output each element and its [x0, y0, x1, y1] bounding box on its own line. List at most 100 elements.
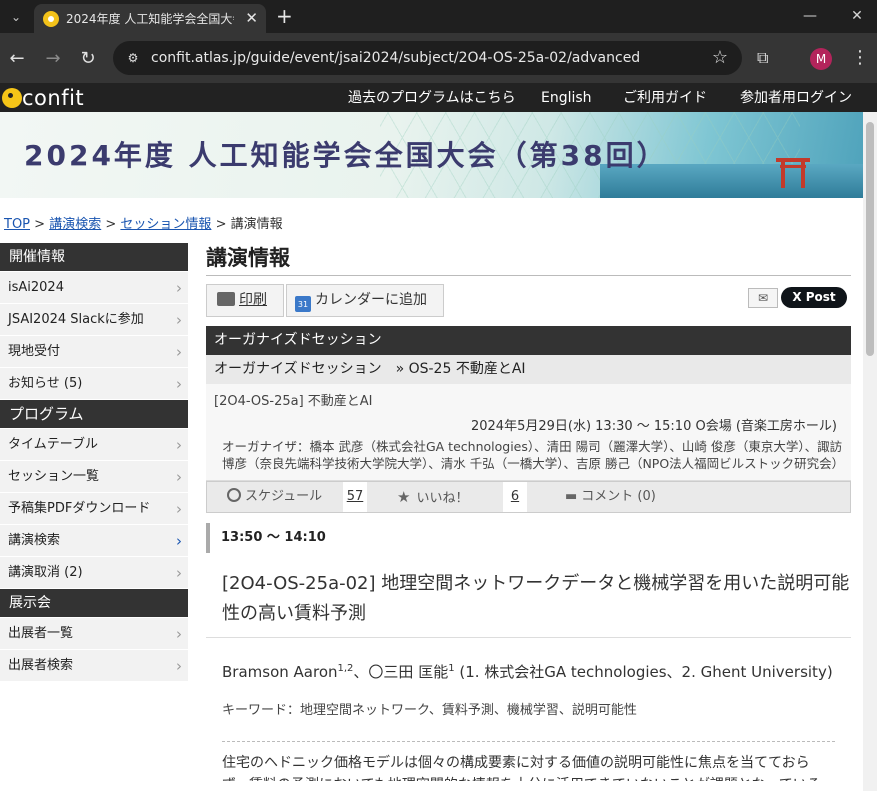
sidebar-item-news[interactable]: お知らせ (5) ›: [0, 368, 188, 400]
torii-gate-image: [776, 158, 810, 188]
sidebar-item-label: 出展者一覧: [8, 626, 74, 641]
sidebar-item-label: セッション一覧: [8, 469, 100, 484]
session-organizers: オーガナイザ：橋本 武彦（株式会社GA technologies）、清田 陽司（…: [222, 439, 845, 471]
chevron-right-icon: ›: [176, 279, 182, 297]
breadcrumb-separator: >: [215, 217, 227, 232]
chevron-right-icon: ›: [176, 311, 182, 329]
chevron-right-icon: ›: [176, 436, 182, 454]
clock-icon: [227, 488, 241, 502]
session-code: [2O4-OS-25a] 不動産とAI: [214, 394, 373, 409]
author-name: Bramson Aaron: [222, 663, 338, 681]
browser-tab[interactable]: 2024年度 人工知能学会全国大会 ✕: [34, 4, 266, 33]
english-link[interactable]: English: [541, 89, 592, 107]
like-count[interactable]: 6: [503, 482, 527, 512]
talk-keywords: キーワード：地理空間ネットワーク、賃料予測、機械学習、説明可能性: [222, 703, 637, 718]
new-tab-icon[interactable]: +: [276, 4, 293, 28]
sidebar-item-pdf-download[interactable]: 予稿集PDFダウンロード ›: [0, 493, 188, 525]
breadcrumb: TOP > 講演検索 > セッション情報 > 講演情報: [4, 216, 283, 234]
confit-bird-icon: [2, 88, 22, 108]
talk-title: [2O4-OS-25a-02] 地理空間ネットワークデータと機械学習を用いた説明…: [206, 553, 851, 638]
sidebar-item-exhibitor-search[interactable]: 出展者検索 ›: [0, 650, 188, 682]
session-datetime: 2024年5月29日(水) 13:30 〜 15:10 O会場 (音楽工房ホール…: [470, 419, 837, 434]
sidebar-item-label: お知らせ (5): [8, 376, 83, 391]
sidebar-item-label: 現地受付: [8, 344, 61, 359]
like-label: いいね！: [416, 491, 469, 506]
sidebar-heading-event-info: 開催情報: [0, 243, 188, 272]
sidebar-item-label: 出展者検索: [8, 658, 74, 673]
bookmark-star-icon[interactable]: ☆: [712, 47, 728, 69]
printer-icon: [217, 292, 235, 306]
login-link[interactable]: 参加者用ログイン: [740, 89, 852, 107]
sidebar-heading-program: プログラム: [0, 400, 188, 429]
author-affiliation-mark: 1,2: [337, 663, 354, 674]
sidebar-item-label: isAi2024: [8, 280, 64, 295]
sidebar-heading-exhibition: 展示会: [0, 589, 188, 618]
sidebar: 開催情報 isAi2024 › JSAI2024 Slackに参加 › 現地受付 › …: [0, 243, 188, 682]
sidebar-item-label: タイムテーブル: [8, 437, 98, 452]
sidebar-item-sessions[interactable]: セッション一覧 ›: [0, 461, 188, 493]
x-post-button[interactable]: X Post: [781, 287, 847, 308]
add-to-calendar-button[interactable]: 31 カレンダーに追加: [286, 284, 444, 317]
sidebar-item-cancellations[interactable]: 講演取消 (2) ›: [0, 557, 188, 589]
banner-title: 2024年度 人工知能学会全国大会（第38回）: [24, 139, 668, 172]
page-scrollbar[interactable]: [863, 112, 877, 791]
sidebar-item-label: JSAI2024 Slackに参加: [8, 312, 144, 327]
sidebar-item-reception[interactable]: 現地受付 ›: [0, 336, 188, 368]
site-header: confit 過去のプログラムはこちら English ご利用ガイド 参加者用ロ…: [0, 83, 877, 112]
breadcrumb-separator: >: [34, 217, 46, 232]
breadcrumb-search[interactable]: 講演検索: [49, 217, 101, 232]
sidebar-item-slack[interactable]: JSAI2024 Slackに参加 ›: [0, 304, 188, 336]
address-bar[interactable]: ⚙ confit.atlas.jp/guide/event/jsai2024/s…: [113, 41, 742, 75]
print-label: 印刷: [239, 292, 267, 308]
maximize-icon[interactable]: [799, 4, 823, 28]
close-window-icon[interactable]: ✕: [845, 4, 869, 28]
guide-link[interactable]: ご利用ガイド: [623, 89, 707, 107]
comment-icon: ▬: [565, 489, 578, 504]
email-share-icon[interactable]: ✉: [748, 288, 778, 308]
comment-button[interactable]: ▬ コメント (0): [565, 482, 656, 512]
browser-menu-icon[interactable]: ⋮: [851, 46, 869, 70]
extensions-icon[interactable]: ⧉: [757, 47, 768, 69]
tab-title: 2024年度 人工知能学会全国大会: [66, 12, 234, 26]
profile-avatar[interactable]: M: [810, 48, 832, 70]
logo-text: confit: [22, 86, 85, 110]
like-button[interactable]: ★ いいね！: [397, 482, 468, 512]
print-button[interactable]: 印刷: [206, 284, 284, 317]
chevron-right-icon: ›: [176, 343, 182, 361]
tab-close-icon[interactable]: ✕: [245, 8, 258, 28]
confit-favicon-icon: [43, 11, 59, 27]
sidebar-item-isai2024[interactable]: isAi2024 ›: [0, 272, 188, 304]
past-programs-link[interactable]: 過去のプログラムはこちら: [348, 89, 516, 107]
page-title: 講演情報: [206, 243, 851, 276]
chevron-right-icon: ›: [176, 375, 182, 393]
sidebar-item-exhibitors[interactable]: 出展者一覧 ›: [0, 618, 188, 650]
schedule-count[interactable]: 57: [343, 482, 367, 512]
breadcrumb-session[interactable]: セッション情報: [120, 217, 211, 232]
breadcrumb-top[interactable]: TOP: [4, 217, 30, 232]
calendar-icon: 31: [295, 296, 311, 312]
url-text[interactable]: confit.atlas.jp/guide/event/jsai2024/sub…: [151, 49, 640, 67]
forward-icon[interactable]: →: [40, 46, 66, 72]
reload-icon[interactable]: ↻: [75, 46, 101, 72]
scrollbar-thumb[interactable]: [866, 122, 874, 356]
schedule-button[interactable]: スケジュール: [227, 482, 322, 512]
main-content: 講演情報 印刷 31 カレンダーに追加 ✉ X Post オーガナイズドセッション…: [206, 243, 851, 781]
chevron-right-icon: ›: [176, 564, 182, 582]
tab-search-icon[interactable]: ⌄: [4, 5, 28, 29]
browser-toolbar: ← → ↻ ⚙ confit.atlas.jp/guide/event/jsai…: [0, 33, 877, 83]
sidebar-item-timetable[interactable]: タイムテーブル ›: [0, 429, 188, 461]
site-settings-icon[interactable]: ⚙: [125, 50, 141, 66]
calendar-label: カレンダーに追加: [315, 292, 427, 308]
chevron-right-icon: ›: [176, 532, 182, 550]
back-icon[interactable]: ←: [4, 46, 30, 72]
chevron-right-icon: ›: [176, 657, 182, 675]
session-type-heading: オーガナイズドセッション: [206, 326, 851, 355]
browser-tab-bar: ⌄ 2024年度 人工知能学会全国大会 ✕ + — ✕: [0, 0, 877, 33]
sidebar-item-label: 講演検索: [8, 533, 61, 548]
sidebar-item-talk-search[interactable]: 講演検索 ›: [0, 525, 188, 557]
author-name: 、〇三田 匡能: [353, 663, 449, 681]
talk-action-bar: スケジュール 57 ★ いいね！ 6 ▬ コメント (0): [206, 481, 851, 513]
sidebar-item-label: 予稿集PDFダウンロード: [8, 501, 151, 516]
chevron-right-icon: ›: [176, 468, 182, 486]
talk-time: 13:50 〜 14:10: [206, 523, 851, 553]
